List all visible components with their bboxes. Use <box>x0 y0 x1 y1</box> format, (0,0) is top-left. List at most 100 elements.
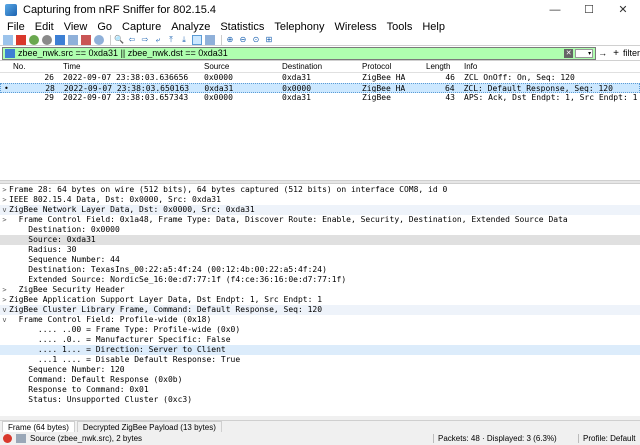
packet-mark: • <box>4 84 9 92</box>
detail-indent <box>0 395 9 405</box>
detail-indent <box>0 275 9 285</box>
maximize-button[interactable]: ☐ <box>572 0 606 19</box>
zoom-out-icon[interactable]: ⊖ <box>238 35 248 45</box>
clear-filter-icon[interactable]: ✕ <box>564 48 574 58</box>
detail-row[interactable]: .... .0.. = Manufacturer Specific: False <box>0 335 640 345</box>
column-header-info[interactable]: Info <box>461 61 640 72</box>
detail-row[interactable]: Destination: 0x0000 <box>0 225 640 235</box>
restart-icon[interactable] <box>29 34 39 45</box>
detail-row[interactable]: ...1 .... = Disable Default Response: Tr… <box>0 355 640 365</box>
menu-capture[interactable]: Capture <box>117 21 166 33</box>
close-file-icon[interactable] <box>81 34 91 45</box>
detail-text: .... ..00 = Frame Type: Profile-wide (0x… <box>9 325 241 334</box>
detail-row-selected[interactable]: Source: 0xda31 <box>0 235 640 245</box>
column-header-destination[interactable]: Destination <box>279 61 359 72</box>
detail-text: Frame Control Field: 0x1a48, Frame Type:… <box>9 215 568 224</box>
detail-row[interactable]: .... 1... = Direction: Server to Client <box>0 345 640 355</box>
column-header-no[interactable]: No. <box>10 61 60 72</box>
collapse-arrow-icon[interactable]: v <box>0 315 9 325</box>
edit-comment-icon[interactable] <box>16 434 26 443</box>
packet-row[interactable]: 26 2022-09-07 23:38:03.636656 0x0000 0xd… <box>0 73 640 83</box>
bookmark-icon[interactable] <box>5 48 15 58</box>
detail-row[interactable]: v Frame Control Field: Profile-wide (0x1… <box>0 315 640 325</box>
tab-decrypted-payload[interactable]: Decrypted ZigBee Payload (13 bytes) <box>76 421 222 432</box>
filter-history-dropdown[interactable]: ▾ <box>575 48 594 58</box>
detail-row[interactable]: .... ..00 = Frame Type: Profile-wide (0x… <box>0 325 640 335</box>
detail-row[interactable]: > ZigBee Security Header <box>0 285 640 295</box>
detail-row[interactable]: > Frame Control Field: 0x1a48, Frame Typ… <box>0 215 640 225</box>
zoom-reset-icon[interactable]: ⊙ <box>251 35 261 45</box>
column-header-time[interactable]: Time <box>60 61 201 72</box>
jump-icon[interactable]: ⤶ <box>153 35 163 45</box>
detail-text: ZigBee Network Layer Data, Dst: 0x0000, … <box>9 205 255 214</box>
menu-telephony[interactable]: Telephony <box>269 21 329 33</box>
autoscroll-icon[interactable] <box>192 34 202 45</box>
stop-icon[interactable] <box>16 34 26 45</box>
apply-filter-button[interactable]: → <box>598 48 607 58</box>
menu-file[interactable]: File <box>2 21 30 33</box>
capture-running-icon[interactable] <box>3 434 12 443</box>
forward-icon[interactable]: ⇨ <box>140 35 150 45</box>
shark-fin-icon[interactable] <box>3 34 13 45</box>
collapse-arrow-icon[interactable]: v <box>0 305 9 315</box>
save-icon[interactable] <box>68 34 78 45</box>
menu-go[interactable]: Go <box>92 21 117 33</box>
detail-row[interactable]: Sequence Number: 44 <box>0 255 640 265</box>
status-profile[interactable]: Profile: Default <box>578 434 640 443</box>
options-icon[interactable] <box>42 34 52 45</box>
minimize-button[interactable]: — <box>538 0 572 19</box>
detail-row[interactable]: > ZigBee Application Support Layer Data, … <box>0 295 640 305</box>
packet-row[interactable]: 29 2022-09-07 23:38:03.657343 0x0000 0xd… <box>0 93 640 103</box>
column-header-source[interactable]: Source <box>201 61 279 72</box>
expand-arrow-icon[interactable]: > <box>0 285 9 295</box>
menu-view[interactable]: View <box>59 21 93 33</box>
zoom-in-icon[interactable]: ⊕ <box>225 35 235 45</box>
back-icon[interactable]: ⇦ <box>127 35 137 45</box>
menu-tools[interactable]: Tools <box>382 21 418 33</box>
column-header-length[interactable]: Length <box>423 61 461 72</box>
display-filter-input[interactable] <box>18 47 565 59</box>
filter-button-label[interactable]: filter <box>623 48 640 58</box>
detail-row[interactable]: Command: Default Response (0x0b) <box>0 375 640 385</box>
tab-frame-bytes[interactable]: Frame (64 bytes) <box>2 421 75 432</box>
detail-row[interactable]: Sequence Number: 120 <box>0 365 640 375</box>
detail-row[interactable]: Extended Source: NordicSe_16:0e:d7:77:1f… <box>0 275 640 285</box>
column-header-protocol[interactable]: Protocol <box>359 61 423 72</box>
detail-row[interactable]: > Frame 28: 64 bytes on wire (512 bits), … <box>0 185 640 195</box>
expand-arrow-icon[interactable]: > <box>0 215 9 225</box>
menu-edit[interactable]: Edit <box>30 21 59 33</box>
packet-row-selected[interactable]: • 28 2022-09-07 23:38:03.650163 0xda31 0… <box>0 83 640 93</box>
detail-row[interactable]: v ZigBee Cluster Library Frame, Command: … <box>0 305 640 315</box>
menu-help[interactable]: Help <box>417 21 450 33</box>
detail-indent <box>0 375 9 385</box>
add-filter-button[interactable]: + <box>613 48 619 59</box>
expand-arrow-icon[interactable]: > <box>0 185 9 195</box>
status-packet-count: Packets: 48 · Displayed: 3 (6.3%) <box>433 434 578 443</box>
detail-row[interactable]: Response to Command: 0x01 <box>0 385 640 395</box>
open-icon[interactable] <box>55 34 65 45</box>
collapse-arrow-icon[interactable]: v <box>0 205 9 215</box>
first-icon[interactable]: ⤒ <box>166 35 176 45</box>
detail-row[interactable]: Status: Unsupported Cluster (0xc3) <box>0 395 640 405</box>
detail-row[interactable]: > IEEE 802.15.4 Data, Dst: 0x0000, Src: 0… <box>0 195 640 205</box>
detail-row[interactable]: Destination: TexasIns_00:22:a5:4f:24 (00… <box>0 265 640 275</box>
packet-no: 26 <box>44 73 54 82</box>
menu-wireless[interactable]: Wireless <box>330 21 382 33</box>
resize-columns-icon[interactable]: ⊞ <box>264 35 274 45</box>
colorize-icon[interactable] <box>205 34 215 45</box>
expand-arrow-icon[interactable]: > <box>0 195 9 205</box>
detail-text: ...1 .... = Disable Default Response: Tr… <box>9 355 241 364</box>
close-button[interactable]: ✕ <box>606 0 640 19</box>
last-icon[interactable]: ⤓ <box>179 35 189 45</box>
reload-icon[interactable] <box>94 34 104 45</box>
expand-arrow-icon[interactable]: > <box>0 295 9 305</box>
detail-indent <box>0 235 9 245</box>
detail-text: Sequence Number: 44 <box>9 255 120 264</box>
menu-analyze[interactable]: Analyze <box>166 21 215 33</box>
menu-statistics[interactable]: Statistics <box>215 21 269 33</box>
packet-length: 64 <box>444 84 455 92</box>
find-icon[interactable]: 🔍 <box>114 35 124 45</box>
detail-row[interactable]: v ZigBee Network Layer Data, Dst: 0x0000,… <box>0 205 640 215</box>
detail-text: .... .0.. = Manufacturer Specific: False <box>9 335 231 344</box>
detail-row[interactable]: Radius: 30 <box>0 245 640 255</box>
